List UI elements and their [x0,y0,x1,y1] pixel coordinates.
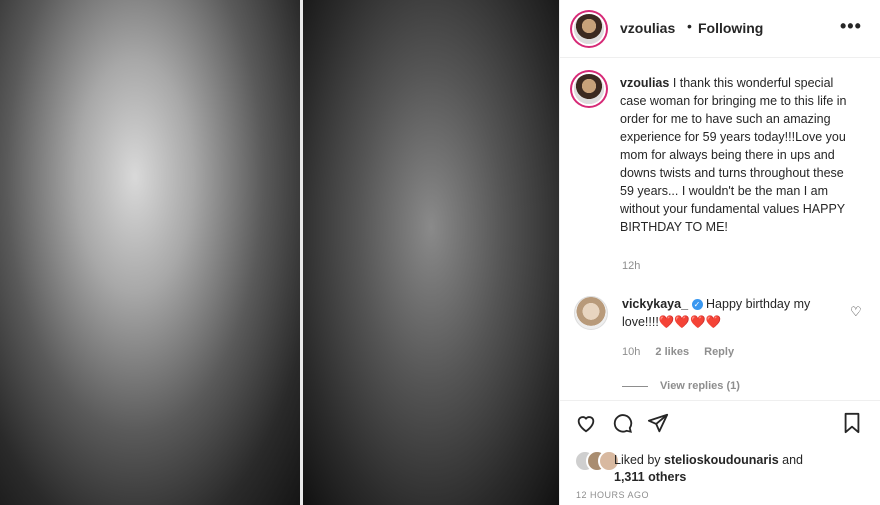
post-timestamp[interactable]: 12 HOURS AGO [576,490,649,500]
reply-button[interactable]: Reply [704,346,734,358]
likes-others[interactable]: 1,311 others [614,470,686,484]
comment-time[interactable]: 10h [622,346,640,358]
commenter-avatar[interactable] [574,296,608,330]
caption-time[interactable]: 12h [622,260,640,272]
following-button[interactable]: Following [698,20,763,36]
view-replies-button[interactable]: View replies (1) [622,380,740,392]
caption-text: I thank this wonderful special case woma… [620,76,847,234]
comment-likes[interactable]: 2 likes [655,346,689,358]
like-heart-icon[interactable] [574,411,598,435]
like-comment-heart-icon[interactable]: ♡ [850,304,862,320]
likes-and: and [782,453,803,467]
comment-hearts: ❤️❤️❤️❤️ [658,315,722,329]
view-replies-label: View replies (1) [660,380,740,392]
header-separator: • [687,18,692,34]
comment-bubble-icon[interactable] [610,411,634,435]
comment-meta: 10h 2 likes Reply [622,346,746,358]
comment-username[interactable]: vickykaya_ [622,297,688,311]
verified-badge-icon: ✓ [691,299,703,311]
author-avatar[interactable] [574,14,604,44]
likes-summary: Liked by stelioskoudounaris and 1,311 ot… [614,452,864,486]
caption-avatar[interactable] [574,74,604,104]
instagram-post: vzoulias • Following ••• vzoulias I than… [0,0,880,505]
post-media[interactable] [0,0,559,505]
post-sidebar: vzoulias • Following ••• vzoulias I than… [559,0,880,505]
replies-line [622,385,648,387]
photo-child-portrait [303,0,559,505]
caption-username[interactable]: vzoulias [620,76,669,90]
action-bar [560,400,880,446]
liked-by-user[interactable]: stelioskoudounaris [664,453,779,467]
comment: vickykaya_ ✓ Happy birthday my love!!!!❤… [622,295,832,331]
photo-woman-portrait [0,0,300,505]
share-paper-plane-icon[interactable] [646,411,670,435]
liked-by-label: Liked by [614,453,661,467]
post-header: vzoulias • Following ••• [560,0,880,58]
more-options-icon[interactable]: ••• [840,16,862,37]
author-username[interactable]: vzoulias [620,20,675,36]
caption: vzoulias I thank this wonderful special … [620,74,860,236]
bookmark-icon[interactable] [840,411,864,435]
